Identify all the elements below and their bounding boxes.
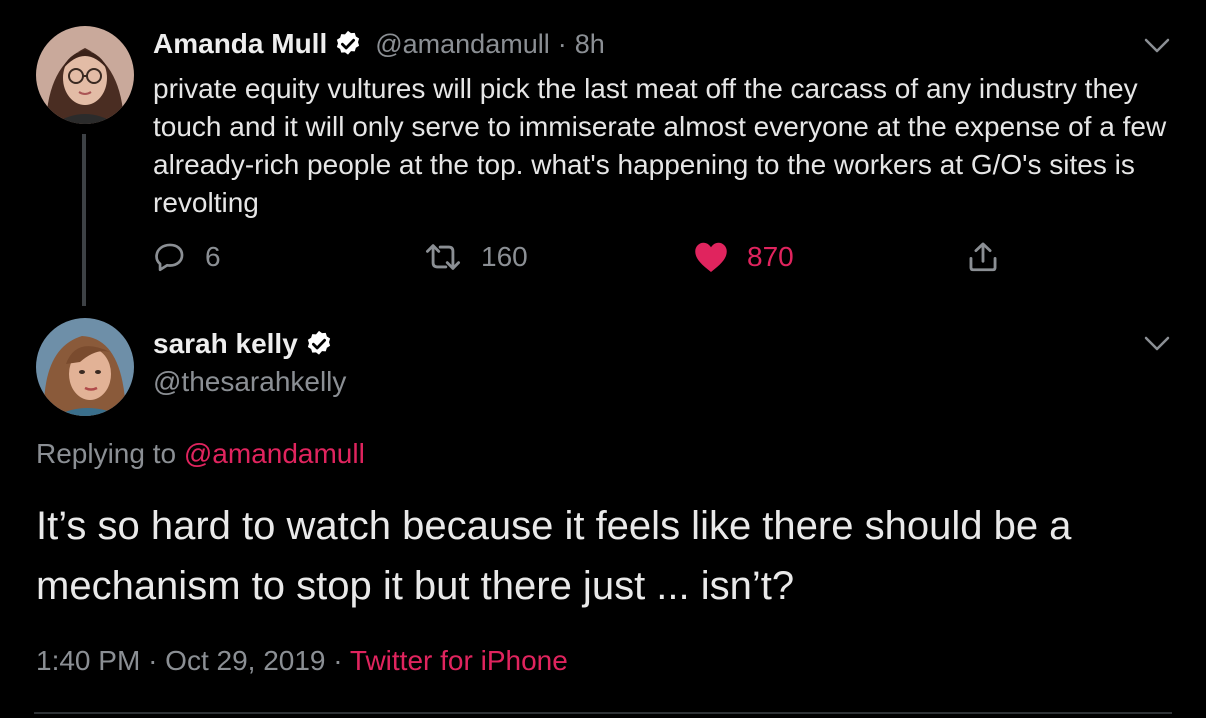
avatar-sarah[interactable] [36,318,134,416]
main-tweet-text: It’s so hard to watch because it feels l… [36,504,1072,608]
like-button[interactable]: 870 [693,240,794,274]
like-count: 870 [747,241,794,272]
tweet-date[interactable]: Oct 29, 2019 [165,645,325,676]
meta-separator-2: · [333,645,343,676]
reply-button[interactable]: 6 [153,240,221,274]
verified-badge-icon [337,30,360,55]
reply-icon [155,243,184,272]
reply-count: 6 [205,241,221,272]
share-icon [969,242,997,272]
retweet-icon [426,244,461,270]
parent-header: Amanda Mull @amandamull · 8h [153,28,605,60]
parent-actions: 6 160 870 [153,240,1053,280]
verified-badge-icon [307,330,330,355]
tweet-meta: 1:40 PM · Oct 29, 2019 · Twitter for iPh… [36,645,568,677]
separator-dot: · [557,28,567,59]
thread-connector [82,134,86,306]
chevron-down-icon[interactable] [1144,336,1170,352]
parent-time[interactable]: 8h [575,29,605,60]
avatar-amanda[interactable] [36,26,134,124]
main-display-name[interactable]: sarah kelly [153,328,298,360]
parent-display-name[interactable]: Amanda Mull [153,28,327,60]
tweet-source[interactable]: Twitter for iPhone [350,645,568,676]
main-handle[interactable]: @thesarahkelly [153,366,346,398]
meta-separator: · [148,645,158,676]
bottom-divider [34,712,1172,714]
retweet-count: 160 [481,241,528,272]
parent-tweet-text: private equity vultures will pick the la… [153,73,1167,218]
top-border [0,0,1206,4]
parent-handle[interactable]: @amandamull [375,29,550,60]
replying-prefix: Replying to [36,438,177,469]
heart-icon [695,242,727,272]
replying-to: Replying to @amandamull [36,438,365,470]
tweet-time[interactable]: 1:40 PM [36,645,140,676]
share-button[interactable] [966,240,1018,274]
replying-mention[interactable]: @amandamull [184,438,365,469]
main-header: sarah kelly [153,328,334,360]
chevron-down-icon[interactable] [1144,38,1170,54]
retweet-button[interactable]: 160 [423,240,528,274]
